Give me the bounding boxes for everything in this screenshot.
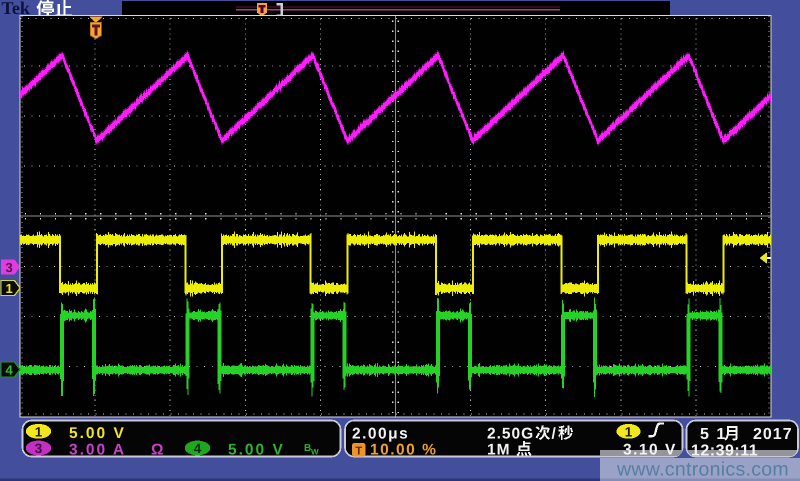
svg-text:/: / — [552, 426, 557, 443]
svg-text:3.00 A: 3.00 A — [69, 442, 126, 459]
svg-text:2017: 2017 — [753, 426, 793, 443]
svg-text:2.00μs: 2.00μs — [352, 426, 409, 443]
svg-text:5.00 V: 5.00 V — [228, 442, 285, 459]
svg-text:T: T — [355, 446, 362, 458]
svg-text:10.00 %: 10.00 % — [370, 442, 437, 459]
svg-text:2.50G: 2.50G — [487, 426, 534, 443]
svg-text:4: 4 — [6, 363, 14, 378]
svg-text:www.cntronics.com: www.cntronics.com — [616, 459, 789, 481]
svg-text:3.10 V: 3.10 V — [623, 442, 677, 459]
svg-text:3: 3 — [6, 260, 13, 275]
svg-text:1: 1 — [35, 424, 43, 439]
svg-text:4: 4 — [194, 441, 202, 456]
svg-text:1: 1 — [625, 424, 633, 439]
svg-text:5.00 V: 5.00 V — [69, 425, 126, 442]
svg-text:3: 3 — [35, 441, 43, 456]
svg-text:Ω: Ω — [151, 442, 163, 459]
svg-text:1M: 1M — [487, 442, 511, 459]
svg-text:1: 1 — [6, 281, 13, 296]
svg-text:5 1: 5 1 — [700, 426, 727, 443]
svg-text:12:39:11: 12:39:11 — [691, 443, 758, 460]
svg-text:W: W — [311, 448, 319, 457]
